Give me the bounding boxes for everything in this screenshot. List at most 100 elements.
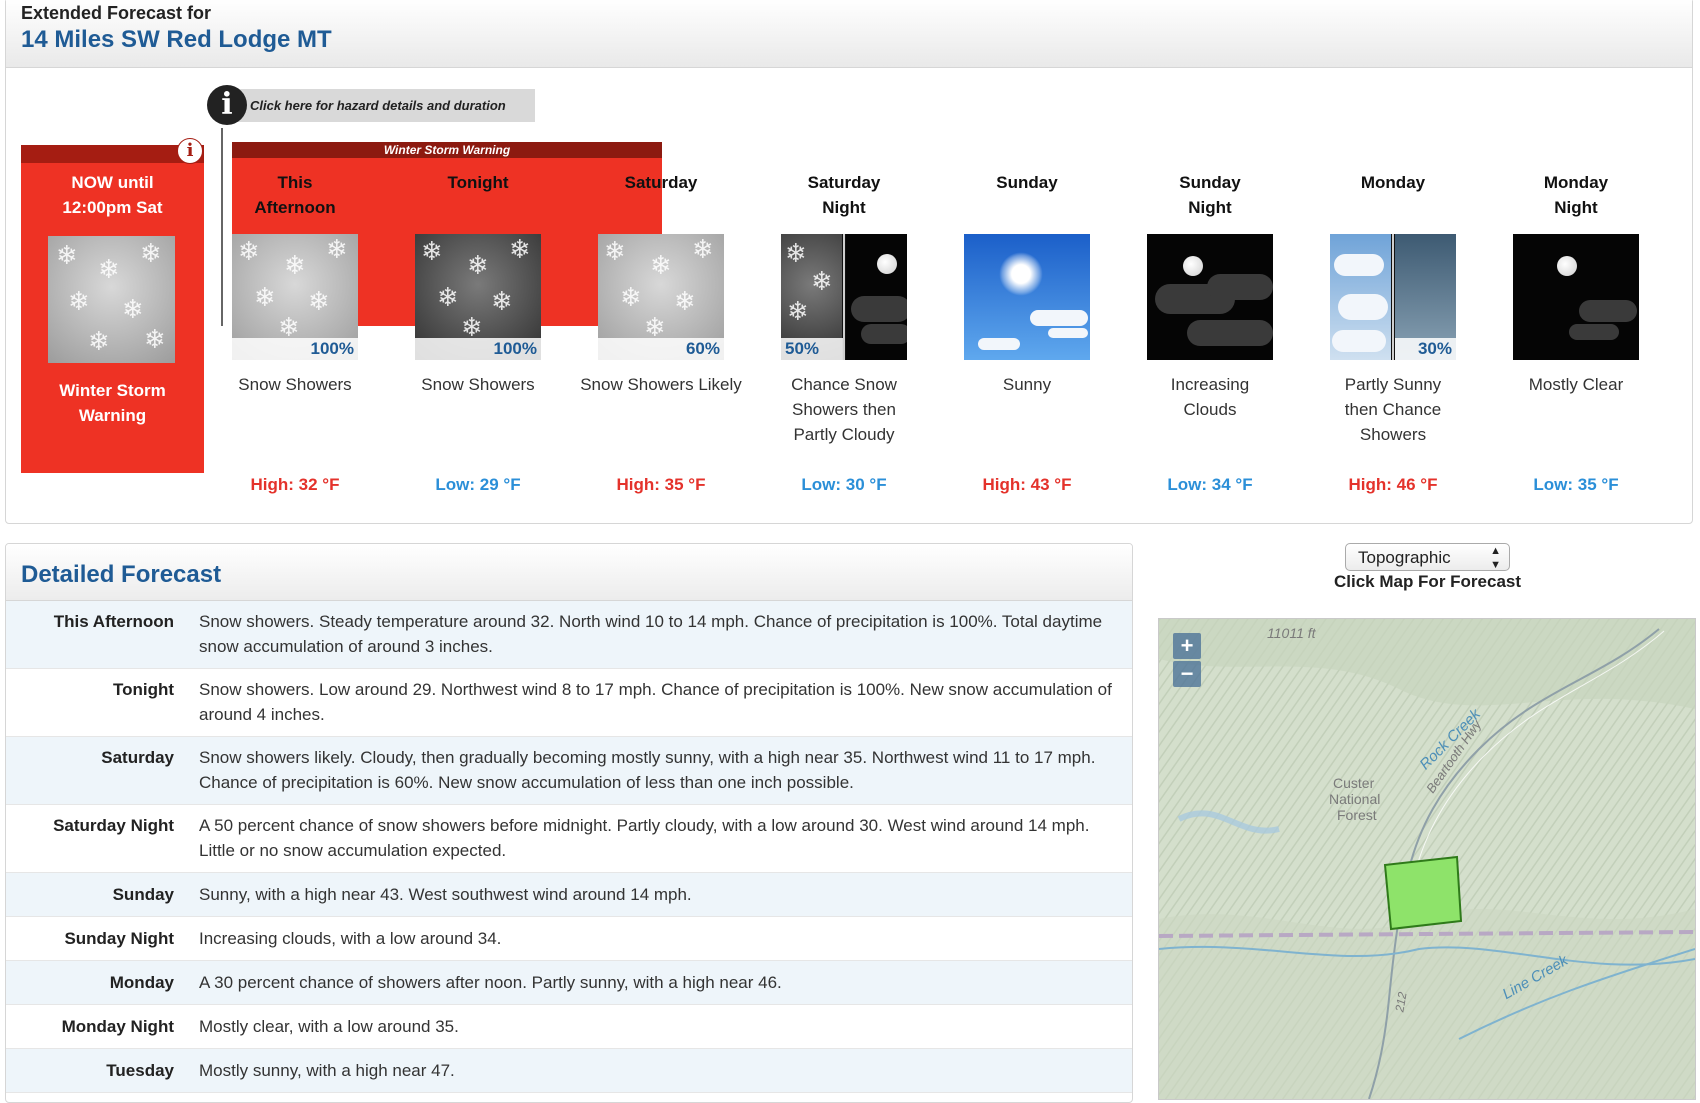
period-monday[interactable]: Monday 30% Partly Sunny then Chance Shower… [1302, 170, 1484, 494]
panel-header: Extended Forecast for 14 Miles SW Red Lo… [6, 0, 1692, 68]
period-tonight[interactable]: Tonight ❄ ❄ ❄ ❄ ❄ ❄ 100% Snow Showers Low: … [387, 170, 569, 494]
location-title: 14 Miles SW Red Lodge MT [21, 26, 332, 53]
detail-row: Sunday Sunny, with a high near 43. West … [6, 873, 1132, 917]
temperature: Low: 30 °F [801, 475, 887, 494]
detail-text: A 30 percent chance of showers after noo… [199, 973, 782, 992]
period-name: Saturday Night [807, 173, 881, 217]
detailed-forecast-panel: Detailed Forecast This Afternoon Snow sh… [5, 543, 1133, 1103]
detail-label: Saturday [101, 748, 174, 767]
precip-chance: 100% [310, 339, 354, 358]
forest-label-1: Custer [1333, 775, 1375, 791]
map-caption: Click Map For Forecast [1333, 572, 1522, 591]
period-sunday[interactable]: Sunday Sunny High: 43 °F [936, 170, 1118, 494]
info-icon[interactable]: i [207, 85, 247, 125]
detail-label: Tuesday [106, 1061, 174, 1080]
map-terrain [1159, 619, 1695, 1099]
period-name: Monday Night [1543, 173, 1609, 217]
hazard-details-link[interactable]: Click here for hazard details and durati… [230, 89, 535, 122]
detail-label: Sunday Night [64, 929, 174, 948]
forest-label-2: National [1329, 791, 1381, 807]
period-this-afternoon[interactable]: This Afternoon ❄ ❄ ❄ ❄ ❄ ❄ 100% Snow Showers… [204, 170, 386, 494]
short-forecast: Increasing Clouds [1170, 375, 1250, 419]
detailed-forecast-title: Detailed Forecast [6, 544, 1132, 601]
forest-label-3: Forest [1337, 807, 1377, 823]
temperature: High: 35 °F [616, 475, 706, 494]
now-snow-icon: ❄ ❄ ❄ ❄ ❄ ❄ ❄ [48, 236, 175, 363]
detail-text: Snow showers likely. Cloudy, then gradua… [199, 748, 1096, 792]
detail-label: Tonight [112, 680, 174, 699]
precip-chance: 30% [1417, 339, 1452, 358]
now-until-line1: NOW until [71, 173, 154, 192]
temperature: High: 46 °F [1348, 475, 1438, 494]
period-name: Sunday [996, 173, 1058, 192]
now-warning-line2: Warning [78, 406, 147, 425]
precip-chance: 100% [493, 339, 537, 358]
period-monday-night[interactable]: Monday Night Mostly Clear Low: 35 °F [1485, 170, 1667, 494]
info-icon[interactable]: i [177, 138, 203, 164]
temperature: High: 43 °F [982, 475, 1072, 494]
forecast-area-polygon[interactable] [1383, 855, 1463, 931]
detail-row: Tonight Snow showers. Low around 29. Nor… [6, 669, 1132, 737]
detail-label: Saturday Night [53, 816, 174, 835]
period-saturday[interactable]: Saturday ❄ ❄ ❄ ❄ ❄ ❄ 60% Snow Showers Likel… [570, 170, 752, 494]
elevation-label: 11011 ft [1267, 625, 1316, 641]
detail-text: Mostly sunny, with a high near 47. [199, 1061, 455, 1080]
detail-label: Monday [109, 973, 174, 992]
short-forecast: Snow Showers Likely [580, 375, 742, 394]
snow-showers-icon: ❄ ❄ ❄ ❄ ❄ ❄ 60% [598, 234, 724, 360]
zoom-in-button[interactable]: + [1173, 633, 1201, 659]
detail-text: Increasing clouds, with a low around 34. [199, 929, 502, 948]
detail-row: Sunday Night Increasing clouds, with a l… [6, 917, 1132, 961]
snow-showers-night-icon: ❄ ❄ ❄ ❄ ❄ ❄ 100% [415, 234, 541, 360]
zoom-out-button[interactable]: − [1173, 661, 1201, 687]
detail-row: Monday Night Mostly clear, with a low ar… [6, 1005, 1132, 1049]
sun-icon [999, 252, 1043, 296]
panel-title: Extended Forecast for [21, 3, 212, 23]
forecast-map[interactable]: + − 11011 ft Custer National Forest Rock… [1158, 618, 1696, 1100]
period-name: Monday [1360, 173, 1426, 192]
detail-row: Saturday Snow showers likely. Cloudy, th… [6, 737, 1132, 805]
mostly-clear-icon [1513, 234, 1639, 360]
map-type-value: Topographic [1358, 548, 1451, 567]
short-forecast: Mostly Clear [1528, 375, 1624, 394]
precip-chance: 50% [785, 339, 820, 358]
temperature: Low: 35 °F [1533, 475, 1619, 494]
short-forecast: Snow Showers [421, 375, 535, 394]
period-name: This Afternoon [254, 173, 336, 217]
short-forecast: Sunny [1002, 375, 1052, 394]
period-name: Saturday [624, 173, 698, 192]
short-forecast: Partly Sunny then Chance Showers [1344, 375, 1442, 444]
detail-row: This Afternoon Snow showers. Steady temp… [6, 601, 1132, 669]
now-until-line2: 12:00pm Sat [62, 198, 163, 217]
period-name: Tonight [447, 173, 509, 192]
select-arrows-icon: ▲ ▼ [1490, 545, 1501, 571]
partly-sunny-then-showers-icon: 30% [1330, 234, 1456, 360]
snow-then-partly-cloudy-icon: ❄ ❄ ❄ 50% [781, 234, 907, 360]
short-forecast: Chance Snow Showers then Partly Cloudy [791, 375, 897, 444]
sunny-icon [964, 234, 1090, 360]
detail-label: Monday Night [61, 1017, 174, 1036]
warning-band-label: Winter Storm Warning [232, 142, 662, 158]
now-warning-line1: Winter Storm [59, 381, 166, 400]
detail-text: Sunny, with a high near 43. West southwe… [199, 885, 692, 904]
detail-label: Sunday [112, 885, 174, 904]
detail-text: Snow showers. Steady temperature around … [199, 612, 1103, 656]
temperature: High: 32 °F [250, 475, 340, 494]
detail-row: Monday A 30 percent chance of showers af… [6, 961, 1132, 1005]
detail-text: Mostly clear, with a low around 35. [199, 1017, 459, 1036]
temperature: Low: 29 °F [435, 475, 521, 494]
detail-row: Saturday Night A 50 percent chance of sn… [6, 805, 1132, 873]
snow-showers-icon: ❄ ❄ ❄ ❄ ❄ ❄ 100% [232, 234, 358, 360]
detail-row: Tuesday Mostly sunny, with a high near 4… [6, 1049, 1132, 1093]
map-type-select[interactable]: Topographic ▲ ▼ [1345, 543, 1510, 571]
increasing-clouds-icon [1147, 234, 1273, 360]
short-forecast: Snow Showers [238, 375, 352, 394]
detail-text: A 50 percent chance of snow showers befo… [199, 816, 1090, 860]
detail-label: This Afternoon [53, 612, 174, 631]
precip-chance: 60% [685, 339, 720, 358]
period-saturday-night[interactable]: Saturday Night ❄ ❄ ❄ 50% Chance Snow Shower… [753, 170, 935, 494]
period-name: Sunday Night [1179, 173, 1241, 217]
detail-text: Snow showers. Low around 29. Northwest w… [199, 680, 1112, 724]
temperature: Low: 34 °F [1167, 475, 1253, 494]
period-sunday-night[interactable]: Sunday Night Increasing Clouds Low: 34 °F [1119, 170, 1301, 494]
